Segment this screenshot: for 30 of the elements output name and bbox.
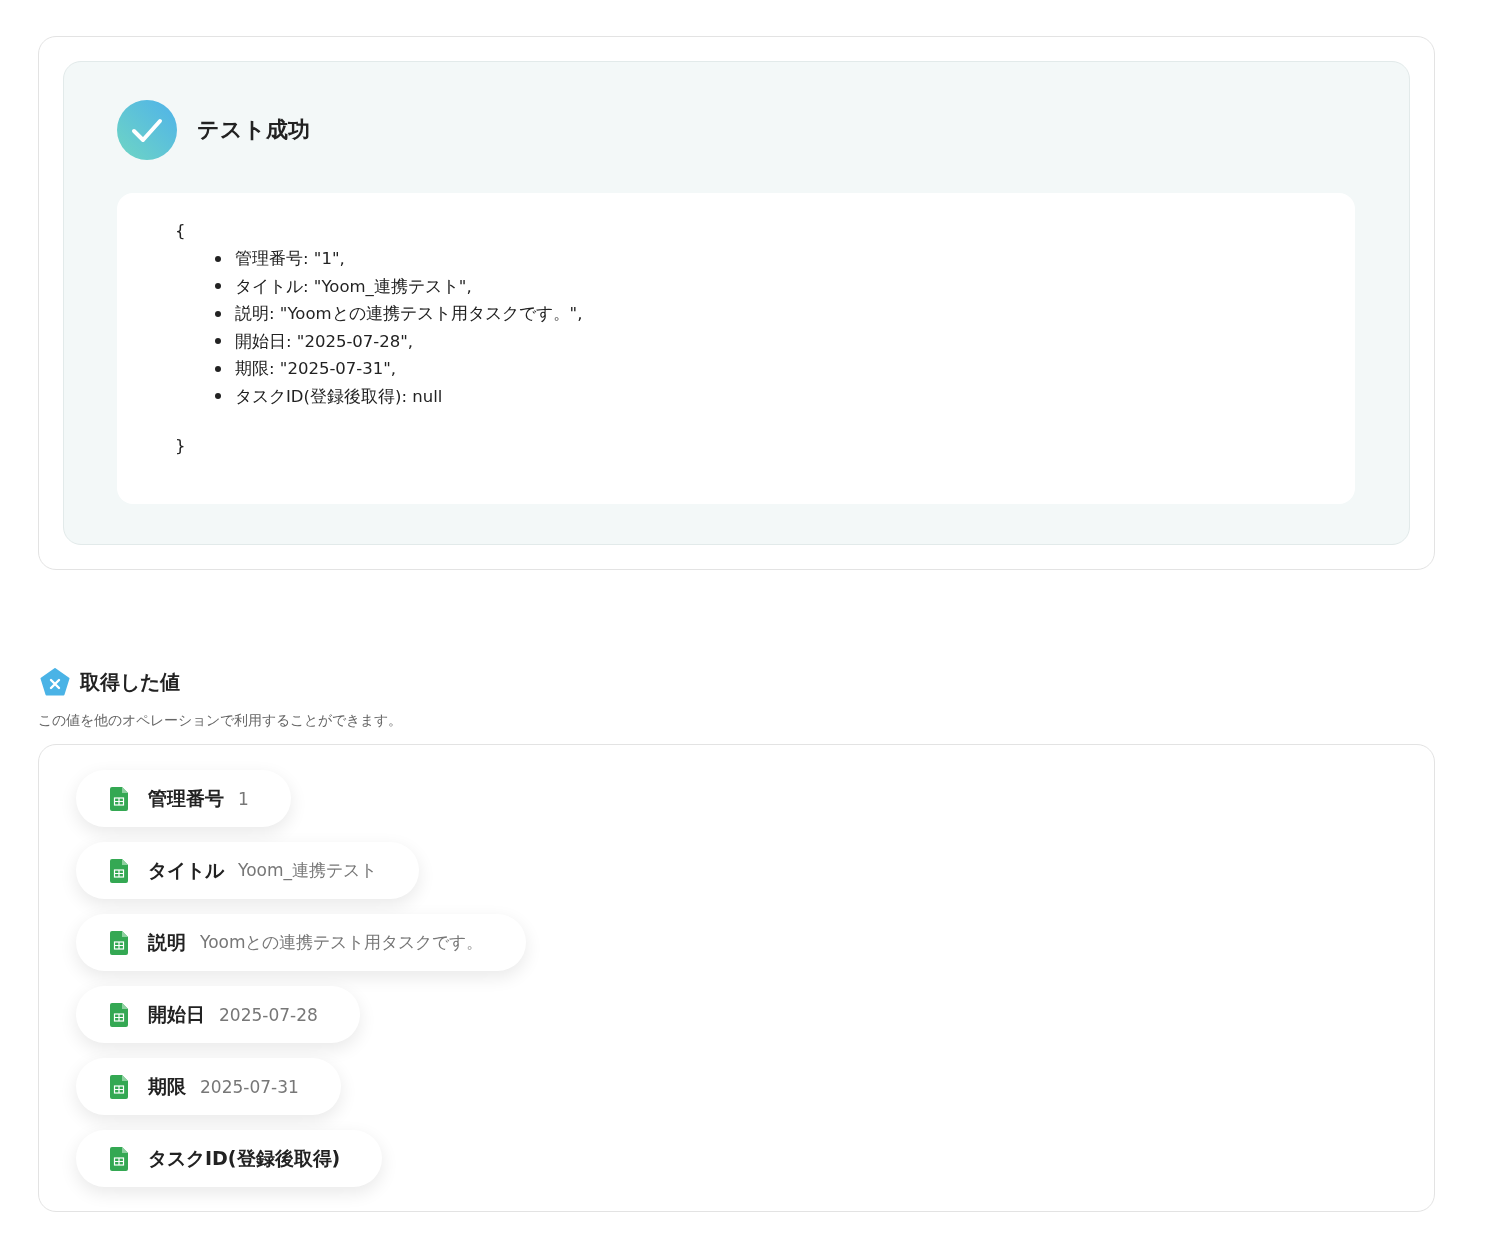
value-chip[interactable]: 期限 2025-07-31 [76, 1058, 341, 1115]
output-line: 期限: "2025-07-31", [235, 358, 397, 380]
section-title: 取得した値 [80, 668, 180, 696]
value-chip[interactable]: 説明 Yoomとの連携テスト用タスクです。 [76, 914, 526, 971]
bullet-icon [215, 283, 221, 290]
value-chip[interactable]: 開始日 2025-07-28 [76, 986, 360, 1043]
spreadsheet-icon [110, 1146, 128, 1171]
bullet-icon [215, 310, 221, 317]
bullet-icon [215, 255, 221, 262]
value-chip[interactable]: タスクID(登録後取得) [76, 1130, 383, 1187]
output-line: 開始日: "2025-07-28", [235, 330, 414, 353]
output-line: タイトル: "Yoom_連携テスト", [235, 275, 472, 298]
bullet-icon [215, 338, 221, 345]
brace-text: { [175, 220, 187, 242]
bullet-icon [215, 393, 221, 400]
value-chip[interactable]: 管理番号 1 [76, 770, 291, 827]
spreadsheet-icon [110, 1074, 128, 1099]
spreadsheet-icon [110, 786, 128, 811]
spreadsheet-icon [110, 1002, 128, 1027]
output-line: タスクID(登録後取得): null [235, 385, 443, 408]
bullet-icon [215, 365, 221, 372]
section-description: この値を他のオペレーションで利用することができます。 [38, 712, 403, 730]
brace-text: } [175, 435, 187, 457]
spreadsheet-icon [110, 858, 128, 883]
variable-icon [40, 668, 70, 696]
output-line: 管理番号: "1", [235, 248, 345, 270]
output-line: 説明: "Yoomとの連携テスト用タスクです。", [235, 303, 583, 325]
spreadsheet-icon [110, 930, 128, 955]
value-chip[interactable]: タイトル Yoom_連携テスト [76, 842, 419, 899]
result-title: テスト成功 [197, 116, 310, 144]
